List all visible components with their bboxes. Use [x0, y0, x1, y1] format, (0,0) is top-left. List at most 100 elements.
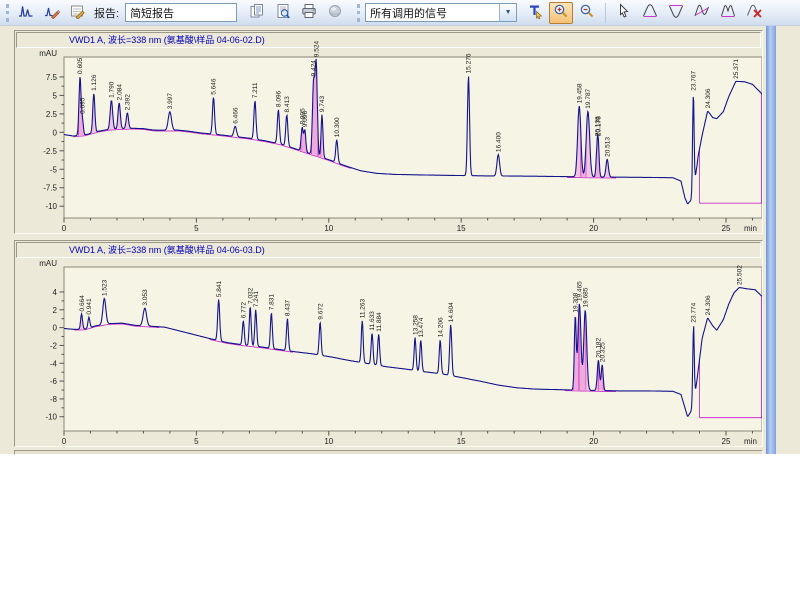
- chart-1-title: VWD1 A, 波长=338 nm (氨基酸\样品 04-06-02.D): [16, 32, 761, 48]
- svg-text:-7.5: -7.5: [43, 184, 57, 193]
- integrate-icon: [18, 3, 34, 22]
- svg-text:14.604: 14.604: [448, 302, 455, 322]
- chromatogram-plot-1[interactable]: 0 5 10 15 20 25 min 7.5 5 2.5 0 -2.5 -5 -7.5 -10 mAU 0.6…: [15, 40, 762, 233]
- svg-text:3.997: 3.997: [167, 93, 174, 110]
- svg-text:23.774: 23.774: [691, 302, 698, 322]
- svg-text:7.831: 7.831: [269, 294, 276, 311]
- zoom-out-button[interactable]: [575, 2, 599, 24]
- svg-text:-8: -8: [50, 395, 58, 404]
- x-axis-unit: min: [744, 224, 757, 233]
- svg-text:-10: -10: [45, 413, 57, 422]
- svg-text:16.400: 16.400: [495, 132, 502, 152]
- svg-text:0.664: 0.664: [79, 295, 86, 312]
- svg-text:1.790: 1.790: [109, 81, 116, 98]
- svg-text:2.5: 2.5: [46, 110, 58, 119]
- svg-text:1.523: 1.523: [102, 279, 109, 296]
- svg-text:9.096: 9.096: [302, 110, 309, 127]
- signals-combo[interactable]: 所有调用的信号 ▼: [365, 3, 518, 22]
- peak-icon: [642, 3, 658, 22]
- svg-text:20.513: 20.513: [604, 137, 611, 157]
- svg-text:25.371: 25.371: [733, 59, 740, 79]
- svg-text:24.306: 24.306: [705, 88, 712, 108]
- svg-text:5.646: 5.646: [211, 78, 218, 95]
- delete-peak-tool-button[interactable]: [742, 2, 766, 24]
- zoom-in-icon: [553, 3, 569, 22]
- integrate-button[interactable]: [14, 2, 38, 24]
- copy-report-icon: [249, 3, 265, 22]
- svg-text:9.743: 9.743: [319, 95, 326, 112]
- zoom-in-button[interactable]: [549, 1, 574, 24]
- svg-text:5: 5: [53, 91, 58, 100]
- svg-text:0: 0: [53, 128, 58, 137]
- svg-text:8.413: 8.413: [284, 96, 291, 113]
- svg-text:0.941: 0.941: [86, 298, 93, 315]
- svg-text:15: 15: [457, 224, 466, 233]
- svg-text:5.841: 5.841: [216, 280, 223, 297]
- plot-frame: [63, 266, 762, 432]
- print-preview-icon: [275, 3, 291, 22]
- annotate-signal-button[interactable]: [66, 2, 90, 24]
- svg-text:-6: -6: [50, 377, 58, 386]
- peak-tool-button[interactable]: [638, 2, 662, 24]
- select-cursor-icon: [616, 3, 632, 22]
- toolbar-drag-handle-2[interactable]: [357, 3, 361, 22]
- shoulder-peak-tool-button[interactable]: [716, 2, 740, 24]
- report-type-combo[interactable]: 简短报告: [125, 3, 238, 22]
- svg-text:-5: -5: [50, 165, 58, 174]
- svg-text:25: 25: [722, 437, 731, 446]
- svg-text:14.206: 14.206: [437, 317, 444, 337]
- bottom-scroll-strip[interactable]: [14, 450, 763, 455]
- select-cursor-button[interactable]: [612, 2, 636, 24]
- pointer-text-icon: [527, 3, 543, 22]
- svg-text:6.466: 6.466: [232, 107, 239, 124]
- svg-text:-2: -2: [50, 341, 58, 350]
- manual-integrate-icon: [44, 3, 61, 22]
- chromatogram-workspace: VWD1 A, 波长=338 nm (氨基酸\样品 04-06-02.D) 0 5…: [0, 26, 800, 455]
- svg-text:20.178: 20.178: [596, 116, 603, 136]
- pointer-text-button[interactable]: [523, 2, 547, 24]
- chromatogram-svg-1[interactable]: 0 5 10 15 20 25 min 7.5 5 2.5 0 -2.5 -5 -7.5 -10 mAU 0.6…: [15, 40, 762, 233]
- svg-text:0.605: 0.605: [77, 57, 84, 74]
- chevron-down-icon[interactable]: ▼: [499, 4, 517, 21]
- x-axis-unit: min: [744, 437, 757, 446]
- svg-text:10: 10: [324, 437, 333, 446]
- svg-text:7.5: 7.5: [46, 73, 58, 82]
- svg-text:11.884: 11.884: [376, 312, 383, 332]
- publish-button[interactable]: [323, 2, 347, 24]
- svg-text:20: 20: [589, 437, 598, 446]
- svg-text:-4: -4: [50, 359, 58, 368]
- tangent-skim-icon: [694, 3, 710, 22]
- svg-text:10: 10: [324, 224, 333, 233]
- toolbar-separator: [605, 2, 607, 23]
- svg-text:4: 4: [53, 288, 58, 297]
- svg-text:2: 2: [53, 306, 58, 315]
- svg-text:19.787: 19.787: [585, 88, 592, 108]
- print-button[interactable]: [297, 2, 321, 24]
- toolbar-drag-handle[interactable]: [6, 3, 9, 22]
- svg-text:20.325: 20.325: [599, 342, 606, 362]
- y-axis-unit: mAU: [39, 49, 57, 58]
- svg-text:2.084: 2.084: [116, 84, 123, 101]
- svg-text:19.685: 19.685: [582, 287, 589, 307]
- shoulder-peak-icon: [720, 3, 736, 22]
- chromatogram-svg-2[interactable]: 0 5 10 15 20 25 min420-2-4-6-8-10mAU0.664 0.941…: [15, 259, 762, 446]
- svg-text:23.767: 23.767: [691, 70, 698, 90]
- toolbar: 报告: 简短报告 所有调用的信号 ▼: [0, 0, 800, 26]
- svg-text:13.474: 13.474: [418, 317, 425, 337]
- copy-report-button[interactable]: [245, 2, 269, 24]
- svg-text:8.096: 8.096: [276, 90, 283, 107]
- chromatogram-panel-1: VWD1 A, 波长=338 nm (氨基酸\样品 04-06-02.D) 0 5…: [14, 30, 763, 234]
- chromatogram-plot-2[interactable]: 0 5 10 15 20 25 min 4 2 0 -2 -4 -6 -8 -10 mAU 0.664 0.941…: [15, 259, 762, 446]
- svg-text:15.276: 15.276: [466, 53, 473, 73]
- publish-icon: [327, 3, 343, 22]
- svg-text:5: 5: [194, 437, 199, 446]
- tangent-skim-tool-button[interactable]: [690, 2, 714, 24]
- print-preview-button[interactable]: [271, 2, 295, 24]
- svg-text:3.053: 3.053: [142, 289, 149, 306]
- negative-peak-tool-button[interactable]: [664, 2, 688, 24]
- svg-text:7.241: 7.241: [253, 291, 260, 308]
- report-type-value: 简短报告: [130, 7, 175, 20]
- manual-integrate-button[interactable]: [40, 2, 64, 24]
- delete-peak-icon: [746, 3, 762, 22]
- y-axis-unit: mAU: [39, 259, 57, 268]
